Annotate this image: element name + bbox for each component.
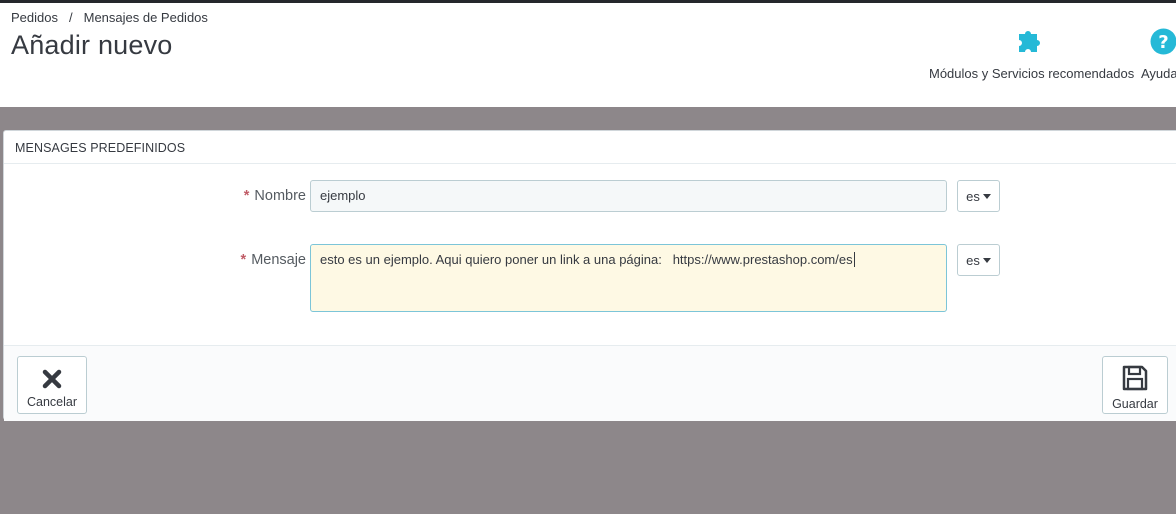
message-text: esto es un ejemplo. Aqui quiero poner un… [320,252,853,267]
name-language-dropdown[interactable]: es [957,180,1000,212]
panel-heading: MENSAGES PREDEFINIDOS [4,131,1176,164]
message-label: * Mensaje [241,252,306,268]
text-cursor [853,252,855,267]
caret-down-icon [982,257,991,263]
name-label-text: Nombre [254,188,306,204]
save-button[interactable]: Guardar [1102,356,1168,414]
message-label-text: Mensaje [251,252,306,268]
message-language-dropdown[interactable]: es [957,244,1000,276]
required-mark: * [240,252,247,268]
required-mark: * [243,188,250,204]
message-textarea[interactable]: esto es un ejemplo. Aqui quiero poner un… [310,244,947,312]
breadcrumb: Pedidos / Mensajes de Pedidos [11,10,208,25]
top-border [0,0,1176,3]
cancel-button[interactable]: Cancelar [17,356,87,414]
name-input[interactable]: ejemplo [310,180,947,212]
recommended-modules-button[interactable]: Módulos y Servicios recomendados [929,28,1135,81]
help-button[interactable]: ? Ayuda [1141,28,1176,81]
name-language-value: es [966,188,980,204]
cancel-label: Cancelar [26,395,78,409]
breadcrumb-separator: / [68,10,73,25]
breadcrumb-item-pedidos[interactable]: Pedidos [11,10,58,25]
close-icon [42,369,62,389]
puzzle-icon [1018,31,1040,52]
recommended-modules-label: Módulos y Servicios recomendados [929,66,1135,81]
caret-down-icon [982,193,991,199]
question-circle-icon: ? [1150,28,1176,55]
help-label: Ayuda [1141,66,1176,81]
svg-text:?: ? [1158,32,1168,53]
page-title: Añadir nuevo [11,30,173,60]
predefined-messages-panel: MENSAGES PREDEFINIDOS * Nombre ejemplo es… [3,130,1176,421]
breadcrumb-item-mensajes[interactable]: Mensajes de Pedidos [84,10,208,25]
save-label: Guardar [1112,397,1158,411]
message-language-value: es [966,252,980,268]
name-label: * Nombre [244,188,306,204]
page-header: Pedidos / Mensajes de Pedidos Añadir nue… [0,0,1176,107]
floppy-disk-icon [1122,365,1148,391]
panel-footer: Cancelar Guardar [4,345,1176,421]
